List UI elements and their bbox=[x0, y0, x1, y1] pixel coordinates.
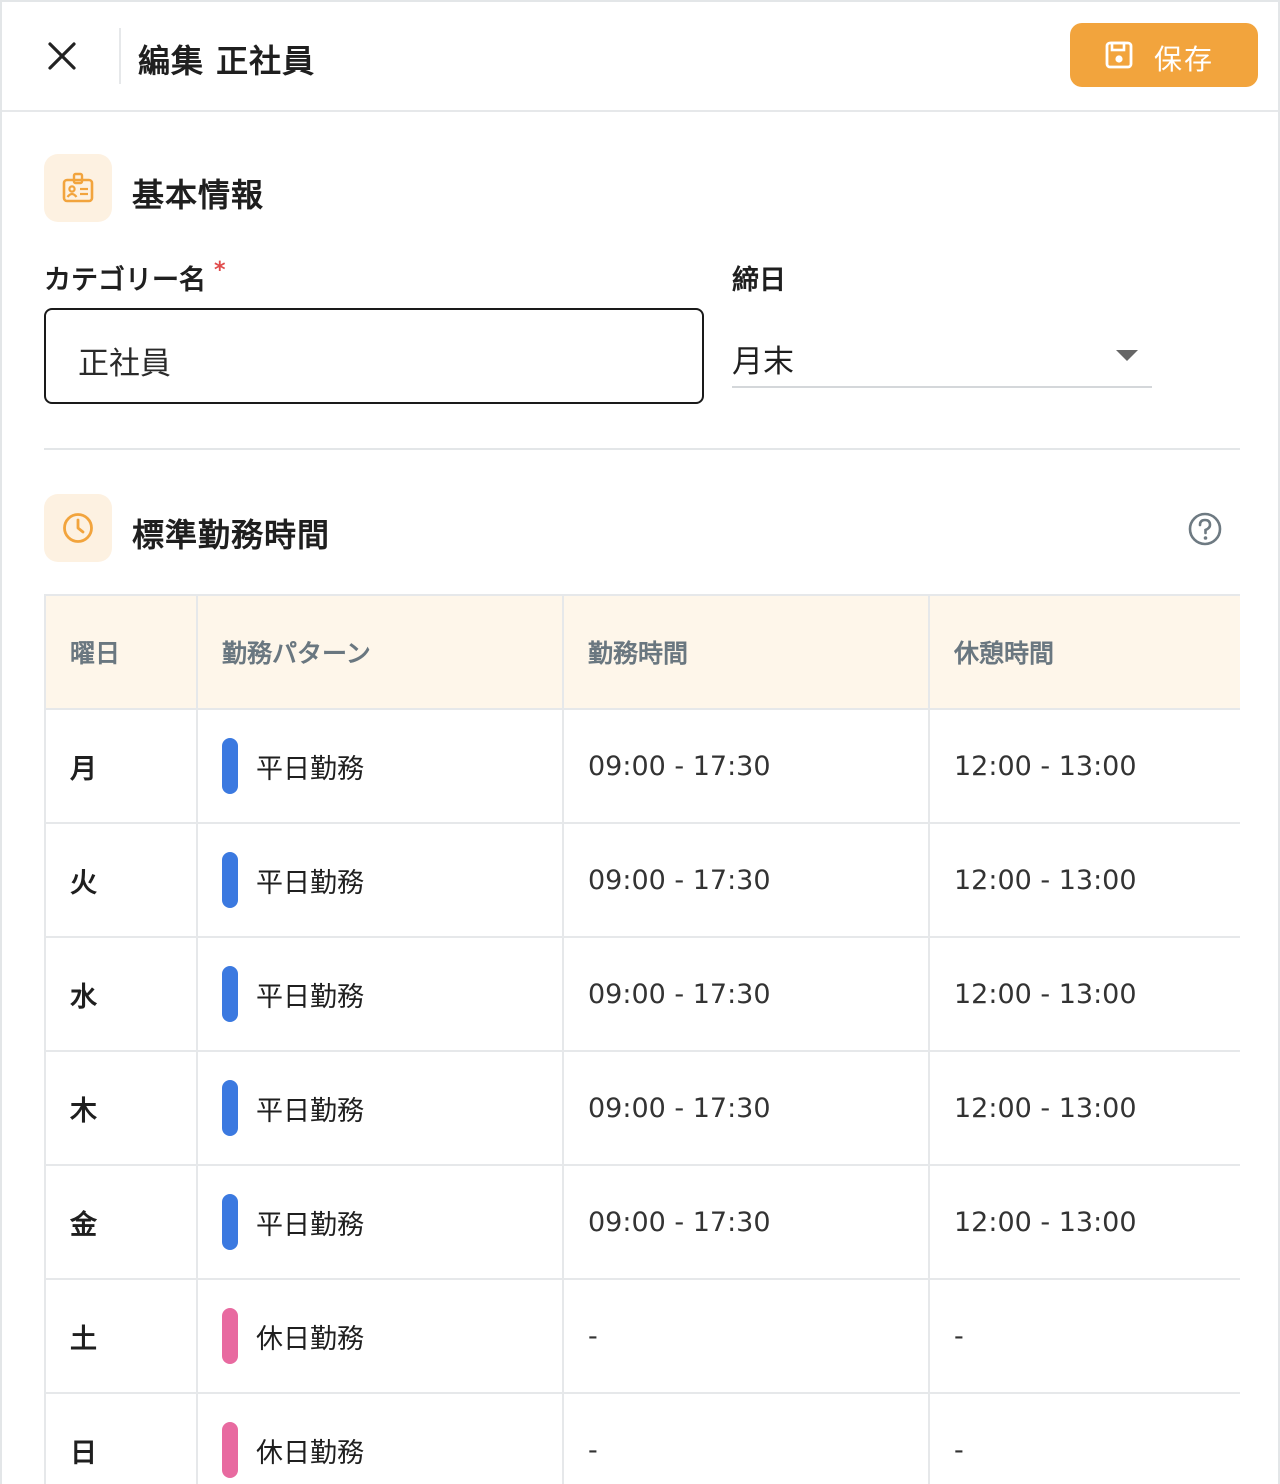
table-row[interactable]: 月 平日勤務 09:00 - 17:30 12:00 - 13:00 bbox=[46, 710, 1240, 824]
category-name-value: 正社員 bbox=[78, 346, 171, 382]
close-icon bbox=[48, 42, 76, 70]
day-cell: 水 bbox=[70, 981, 97, 1013]
pattern-color-bar bbox=[222, 1194, 238, 1250]
basic-info-title: 基本情報 bbox=[132, 176, 265, 214]
save-button-label: 保存 bbox=[1154, 43, 1215, 76]
help-icon[interactable] bbox=[1186, 510, 1224, 548]
work-time-cell: - bbox=[588, 1320, 598, 1352]
close-button[interactable] bbox=[40, 34, 84, 78]
header-divider bbox=[119, 28, 121, 84]
category-name-input[interactable]: 正社員 bbox=[44, 308, 704, 404]
break-time-cell: - bbox=[954, 1320, 964, 1352]
table-row[interactable]: 日 休日勤務 - - bbox=[46, 1394, 1240, 1484]
pattern-cell: 平日勤務 bbox=[256, 981, 364, 1013]
pattern-color-bar bbox=[222, 1080, 238, 1136]
work-time-cell: - bbox=[588, 1434, 598, 1466]
closing-day-value: 月末 bbox=[732, 344, 794, 380]
pattern-color-bar bbox=[222, 1308, 238, 1364]
pattern-cell: 平日勤務 bbox=[256, 1209, 364, 1241]
day-cell: 日 bbox=[70, 1437, 97, 1469]
table-row[interactable]: 火 平日勤務 09:00 - 17:30 12:00 - 13:00 bbox=[46, 824, 1240, 938]
pattern-color-bar bbox=[222, 966, 238, 1022]
table-row[interactable]: 水 平日勤務 09:00 - 17:30 12:00 - 13:00 bbox=[46, 938, 1240, 1052]
closing-day-select[interactable]: 月末 bbox=[732, 324, 1152, 388]
work-time-cell: 09:00 - 17:30 bbox=[588, 1092, 771, 1124]
clock-icon bbox=[63, 513, 93, 543]
table-row[interactable]: 木 平日勤務 09:00 - 17:30 12:00 - 13:00 bbox=[46, 1052, 1240, 1166]
id-badge-icon bbox=[62, 172, 94, 203]
table-row[interactable]: 金 平日勤務 09:00 - 17:30 12:00 - 13:00 bbox=[46, 1166, 1240, 1280]
break-time-cell: 12:00 - 13:00 bbox=[954, 978, 1137, 1010]
work-time-cell: 09:00 - 17:30 bbox=[588, 750, 771, 782]
column-header-work-time: 勤務時間 bbox=[564, 596, 930, 708]
break-time-cell: 12:00 - 13:00 bbox=[954, 864, 1137, 896]
pattern-color-bar bbox=[222, 738, 238, 794]
work-hours-table: 曜日 勤務パターン 勤務時間 休憩時間 月 平日勤務 09:00 - 17:30… bbox=[44, 594, 1240, 1484]
category-name-label-text: カテゴリー名 bbox=[44, 265, 206, 296]
break-time-cell: - bbox=[954, 1434, 964, 1466]
work-hours-section-icon bbox=[44, 494, 112, 562]
section-divider bbox=[44, 448, 1240, 450]
page-title: 編集 正社員 bbox=[138, 42, 316, 80]
work-time-cell: 09:00 - 17:30 bbox=[588, 978, 771, 1010]
work-time-cell: 09:00 - 17:30 bbox=[588, 1206, 771, 1238]
floppy-disk-icon bbox=[1105, 41, 1133, 69]
day-cell: 木 bbox=[70, 1095, 97, 1127]
category-name-label: カテゴリー名 * bbox=[44, 258, 226, 297]
column-header-break-time: 休憩時間 bbox=[954, 639, 1055, 668]
column-header-day: 曜日 bbox=[46, 596, 198, 708]
work-time-cell: 09:00 - 17:30 bbox=[588, 864, 771, 896]
edit-dialog: 編集 正社員 保存 基本情報 カテゴリー名 * 正社員 締日 月末 標準勤務時間… bbox=[0, 0, 1280, 1484]
work-hours-title: 標準勤務時間 bbox=[132, 516, 331, 554]
table-header-row: 曜日 勤務パターン 勤務時間 休憩時間 bbox=[46, 596, 1240, 710]
closing-day-label: 締日 bbox=[732, 265, 786, 296]
day-cell: 火 bbox=[70, 867, 97, 899]
dialog-header: 編集 正社員 保存 bbox=[2, 2, 1278, 112]
day-cell: 土 bbox=[70, 1323, 97, 1355]
pattern-color-bar bbox=[222, 1422, 238, 1478]
basic-info-section-icon bbox=[44, 154, 112, 222]
break-time-cell: 12:00 - 13:00 bbox=[954, 750, 1137, 782]
pattern-cell: 平日勤務 bbox=[256, 867, 364, 899]
pattern-cell: 休日勤務 bbox=[256, 1437, 364, 1469]
pattern-cell: 平日勤務 bbox=[256, 1095, 364, 1127]
table-row[interactable]: 土 休日勤務 - - bbox=[46, 1280, 1240, 1394]
column-header-pattern: 勤務パターン bbox=[198, 596, 564, 708]
save-button[interactable]: 保存 bbox=[1070, 23, 1258, 87]
break-time-cell: 12:00 - 13:00 bbox=[954, 1092, 1137, 1124]
dropdown-caret-icon bbox=[1116, 350, 1138, 361]
required-mark: * bbox=[214, 258, 226, 283]
break-time-cell: 12:00 - 13:00 bbox=[954, 1206, 1137, 1238]
pattern-color-bar bbox=[222, 852, 238, 908]
pattern-cell: 平日勤務 bbox=[256, 753, 364, 785]
pattern-cell: 休日勤務 bbox=[256, 1323, 364, 1355]
day-cell: 月 bbox=[70, 753, 97, 785]
day-cell: 金 bbox=[70, 1209, 97, 1241]
